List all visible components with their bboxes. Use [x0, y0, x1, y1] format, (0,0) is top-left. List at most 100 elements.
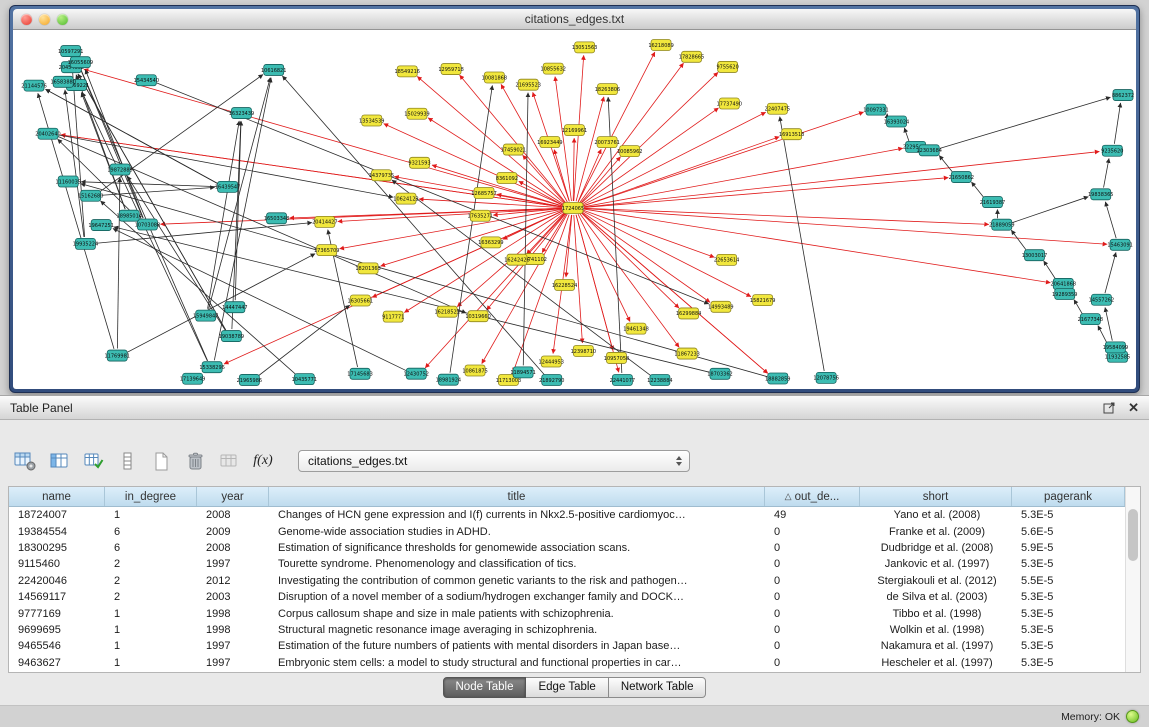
graph-node[interactable]: 16583880 [50, 76, 75, 87]
table-row[interactable]: 1938455462009Genome-wide association stu… [9, 523, 1140, 539]
graph-node[interactable]: 12398710 [571, 345, 596, 356]
graph-node[interactable]: 10081868 [482, 72, 507, 83]
graph-node[interactable]: 19838365 [1088, 189, 1113, 200]
graph-edge[interactable] [224, 211, 563, 364]
graph-edge[interactable] [578, 149, 601, 202]
graph-node[interactable]: 10855632 [541, 63, 566, 74]
graph-edge[interactable] [127, 176, 225, 330]
graph-node[interactable]: 17828665 [679, 51, 704, 62]
graph-node[interactable]: 21965986 [237, 374, 262, 385]
graph-edge[interactable] [419, 199, 562, 208]
tab-node-table[interactable]: Node Table [443, 677, 527, 698]
graph-node[interactable]: 16363299 [478, 237, 503, 248]
graph-edge[interactable] [81, 184, 767, 377]
graph-node[interactable]: 16913518 [779, 129, 804, 140]
graph-node[interactable]: 19038789 [219, 331, 244, 342]
graph-node[interactable]: 11867233 [674, 348, 699, 359]
graph-edge[interactable] [582, 108, 718, 204]
graph-node[interactable]: 19647251 [88, 220, 113, 231]
table-row[interactable]: 946554611997Estimation of the future num… [9, 638, 1140, 654]
graph-node[interactable]: 9235620 [1101, 145, 1123, 156]
graph-edge[interactable] [1011, 230, 1026, 250]
graph-edge[interactable] [1074, 300, 1082, 315]
graph-node[interactable]: 22653614 [714, 254, 739, 265]
tab-network-table[interactable]: Network Table [609, 677, 707, 698]
graph-node[interactable]: 11160035 [55, 176, 80, 187]
graph-node[interactable]: 10861875 [462, 365, 487, 376]
graph-node[interactable]: 10624123 [393, 193, 418, 204]
graph-edge[interactable] [566, 215, 572, 277]
graph-node[interactable]: 15029939 [404, 108, 429, 119]
graph-node[interactable]: 18263806 [595, 84, 620, 95]
graph-edge[interactable] [84, 69, 563, 206]
table-row[interactable]: 946362711997Embryonic stem cells: a mode… [9, 655, 1140, 671]
graph-node[interactable]: 18201363 [355, 263, 380, 274]
graph-edge[interactable] [1012, 197, 1088, 223]
graph-node[interactable]: 13003017 [1022, 250, 1047, 261]
graph-edge[interactable] [76, 58, 208, 360]
graph-edge[interactable] [1104, 158, 1109, 187]
graph-edge[interactable] [939, 155, 953, 172]
table-selector-dropdown[interactable]: citations_edges.txt [298, 450, 690, 472]
graph-node[interactable]: 17459021 [501, 144, 526, 155]
table-mode-icon[interactable] [12, 448, 38, 474]
graph-node[interactable]: 15434540 [134, 75, 159, 86]
graph-edge[interactable] [583, 112, 766, 205]
graph-node[interactable]: 18882859 [765, 373, 790, 384]
graph-node[interactable]: 18549216 [395, 66, 420, 77]
graph-node[interactable]: 10435771 [292, 374, 317, 385]
import-table-icon[interactable] [216, 448, 242, 474]
graph-node[interactable]: 19872889 [107, 164, 132, 175]
graph-node[interactable]: 12685757 [471, 187, 496, 198]
table-row[interactable]: 2242004622012Investigating the contribut… [9, 573, 1140, 589]
graph-node[interactable]: 8862372 [1112, 90, 1134, 101]
column-header-pagerank[interactable]: pagerank [1012, 487, 1125, 506]
zoom-window-button[interactable] [57, 14, 68, 25]
graph-node[interactable]: 11894571 [510, 367, 535, 378]
column-header-name[interactable]: name [9, 487, 105, 506]
graph-node[interactable]: 16228524 [552, 279, 577, 290]
graph-edge[interactable] [971, 182, 983, 198]
close-window-button[interactable] [21, 14, 32, 25]
graph-node[interactable]: 10616821 [261, 64, 286, 75]
graph-node[interactable]: 12444953 [539, 356, 564, 367]
column-header-out_degree[interactable]: △out_de... [765, 487, 860, 506]
graph-node[interactable]: 1724065 [562, 203, 584, 214]
graph-node[interactable]: 19584099 [1103, 342, 1128, 353]
graph-node[interactable]: 21695523 [516, 79, 541, 90]
graph-node[interactable]: 12959718 [438, 64, 463, 75]
graph-node[interactable]: 21677348 [1078, 314, 1103, 325]
graph-node[interactable]: 10957058 [604, 352, 629, 363]
graph-node[interactable]: 21144576 [21, 80, 46, 91]
graph-edge[interactable] [1044, 261, 1056, 279]
graph-node[interactable]: 19935224 [73, 238, 98, 249]
graph-node[interactable]: 14447447 [222, 302, 247, 313]
tab-edge-table[interactable]: Edge Table [526, 677, 608, 698]
graph-node[interactable]: 13534539 [359, 115, 384, 126]
column-header-title[interactable]: title [269, 487, 765, 506]
delete-table-icon[interactable] [182, 448, 208, 474]
graph-edge[interactable] [582, 212, 710, 302]
graph-node[interactable]: 16305661 [348, 295, 373, 306]
graph-node[interactable]: 12078756 [813, 372, 838, 383]
graph-edge[interactable] [117, 178, 119, 349]
table-scrollbar[interactable] [1125, 487, 1140, 672]
graph-node[interactable]: 15338296 [199, 362, 224, 373]
graph-node[interactable]: 11769981 [105, 350, 130, 361]
graph-node[interactable]: 17139649 [180, 373, 205, 384]
graph-node[interactable]: 20073761 [594, 137, 619, 148]
create-column-icon[interactable] [80, 448, 106, 474]
graph-node[interactable]: 14379735 [369, 170, 394, 181]
graph-edge[interactable] [258, 305, 349, 376]
graph-edge[interactable] [432, 165, 562, 206]
show-column-icon[interactable] [46, 448, 72, 474]
graph-edge[interactable] [1105, 202, 1116, 238]
graph-node[interactable]: 10085962 [617, 146, 642, 157]
graph-node[interactable]: 10597291 [58, 46, 83, 57]
graph-edge[interactable] [425, 213, 565, 368]
table-row[interactable]: 1872400712008Changes of HCN gene express… [9, 507, 1140, 523]
graph-edge[interactable] [580, 63, 684, 202]
graph-edge[interactable] [1105, 307, 1112, 340]
graph-node[interactable]: 21889059 [989, 219, 1014, 230]
scrollbar-thumb[interactable] [1128, 509, 1138, 561]
